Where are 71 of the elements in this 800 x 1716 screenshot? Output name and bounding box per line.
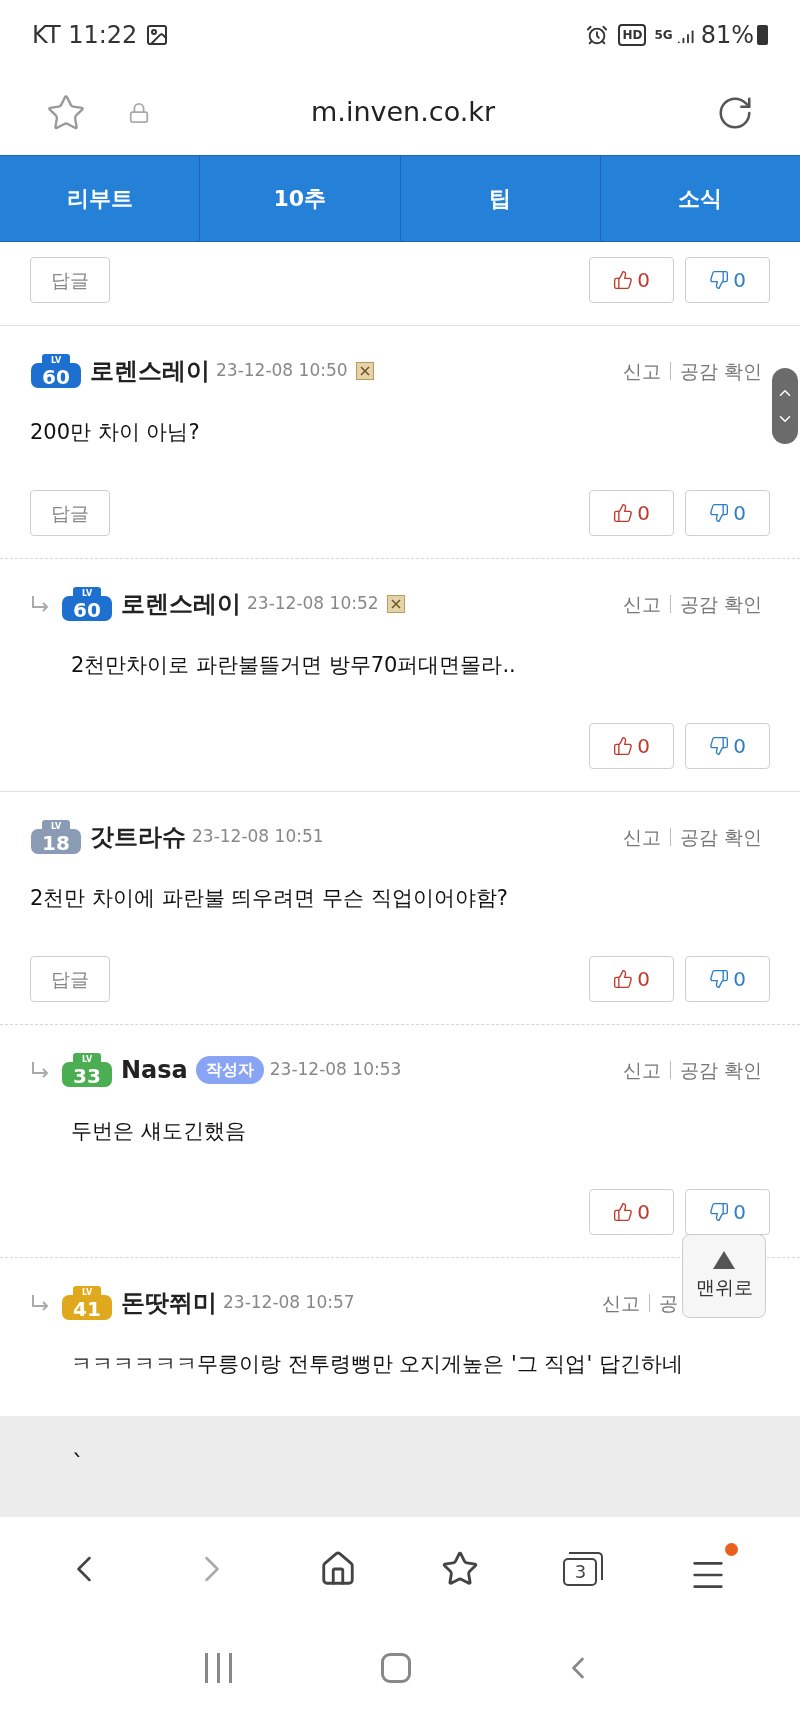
thumbs-down-icon xyxy=(709,1202,730,1222)
dislike-button[interactable]: 0 xyxy=(685,723,770,769)
image-icon xyxy=(145,23,170,47)
reply-arrow-icon xyxy=(30,1061,50,1079)
scroll-handle[interactable] xyxy=(772,368,798,444)
like-check-link[interactable]: 공감 확인 xyxy=(679,589,762,619)
like-button[interactable]: 0 xyxy=(589,723,674,769)
like-check-link[interactable]: 공 xyxy=(659,1288,678,1318)
category-tab[interactable]: 소식 xyxy=(599,156,800,241)
category-tab[interactable]: 팁 xyxy=(399,156,600,241)
comment-time: 23-12-08 10:52 xyxy=(247,592,379,616)
report-link[interactable]: 신고 xyxy=(622,589,661,619)
comment-time: 23-12-08 10:51 xyxy=(192,825,324,849)
comment-time: 23-12-08 10:53 xyxy=(269,1058,402,1082)
reply-button[interactable]: 답글 xyxy=(30,490,110,536)
category-tab[interactable]: 10추 xyxy=(199,156,400,241)
footer-mark: ` xyxy=(72,1450,84,1478)
hd-icon: HD xyxy=(618,24,647,46)
home-nav-icon[interactable] xyxy=(380,1653,411,1683)
username: 갓트라슈 xyxy=(90,822,186,853)
alarm-icon xyxy=(586,24,609,46)
comment-text: 두번은 섀도긴했음 xyxy=(71,1118,246,1146)
thumbs-up-icon xyxy=(613,503,634,523)
carrier-time: KT 11:22 xyxy=(32,20,138,51)
dislike-button[interactable]: 0 xyxy=(685,257,770,303)
username: 로렌스레이 xyxy=(90,356,210,387)
category-tab[interactable]: 리부트 xyxy=(0,156,200,241)
comment-time: 23-12-08 10:57 xyxy=(223,1291,355,1315)
comment-text: 2천만차이로 파란불뜰거면 방무70퍼대면몰라.. xyxy=(71,652,516,680)
thumbs-up-icon xyxy=(613,969,634,989)
comment-text: 2천만 차이에 파란불 띄우려면 무슨 직업이어야함? xyxy=(30,885,508,913)
comment-text: ㅋㅋㅋㅋㅋㅋ무릉이랑 전투령뻥만 오지게높은 '그 직업' 답긴하네 xyxy=(71,1351,683,1379)
report-link[interactable]: 신고 xyxy=(622,356,661,386)
recent-apps-icon[interactable] xyxy=(204,1653,232,1683)
report-link[interactable]: 신고 xyxy=(602,1288,640,1318)
dislike-button[interactable]: 0 xyxy=(685,490,770,536)
author-tag: 작성자 xyxy=(195,1056,264,1084)
like-check-link[interactable]: 공감 확인 xyxy=(679,356,762,386)
top-button[interactable]: 맨위로 xyxy=(682,1234,766,1318)
bookmarks-icon[interactable] xyxy=(441,1549,480,1588)
like-check-link[interactable]: 공감 확인 xyxy=(679,822,762,852)
thumbs-up-icon xyxy=(613,1202,634,1222)
lock-icon xyxy=(128,101,150,124)
thumbs-up-icon xyxy=(613,736,634,756)
thumbs-down-icon xyxy=(709,503,730,523)
thumbs-down-icon xyxy=(709,270,730,290)
like-button[interactable]: 0 xyxy=(589,257,674,303)
username: 로렌스레이 xyxy=(121,589,241,620)
like-button[interactable]: 0 xyxy=(589,1189,674,1235)
username: 돈땃쮜미 xyxy=(121,1288,217,1319)
battery-icon xyxy=(757,25,768,45)
like-button[interactable]: 0 xyxy=(589,956,674,1002)
reply-button[interactable]: 답글 xyxy=(30,956,110,1002)
comment-text: 200만 차이 아님? xyxy=(30,419,200,447)
battery-level: 81% xyxy=(700,20,754,51)
username: Nasa xyxy=(121,1055,188,1086)
reply-arrow-icon xyxy=(30,1294,50,1312)
report-link[interactable]: 신고 xyxy=(622,822,661,852)
report-link[interactable]: 신고 xyxy=(622,1055,661,1085)
reply-button[interactable]: 답글 xyxy=(30,257,110,303)
thumbs-down-icon xyxy=(709,736,730,756)
dislike-button[interactable]: 0 xyxy=(685,956,770,1002)
thumbs-down-icon xyxy=(709,969,730,989)
like-check-link[interactable]: 공감 확인 xyxy=(679,1055,762,1085)
like-button[interactable]: 0 xyxy=(589,490,674,536)
comment-time: 23-12-08 10:50 xyxy=(216,359,348,383)
url-text[interactable]: m.inven.co.kr xyxy=(150,92,716,133)
up-triangle-icon xyxy=(713,1250,735,1269)
thumbs-up-icon xyxy=(613,270,634,290)
reply-arrow-icon xyxy=(30,595,50,613)
network-icon: 5G xyxy=(654,26,673,44)
